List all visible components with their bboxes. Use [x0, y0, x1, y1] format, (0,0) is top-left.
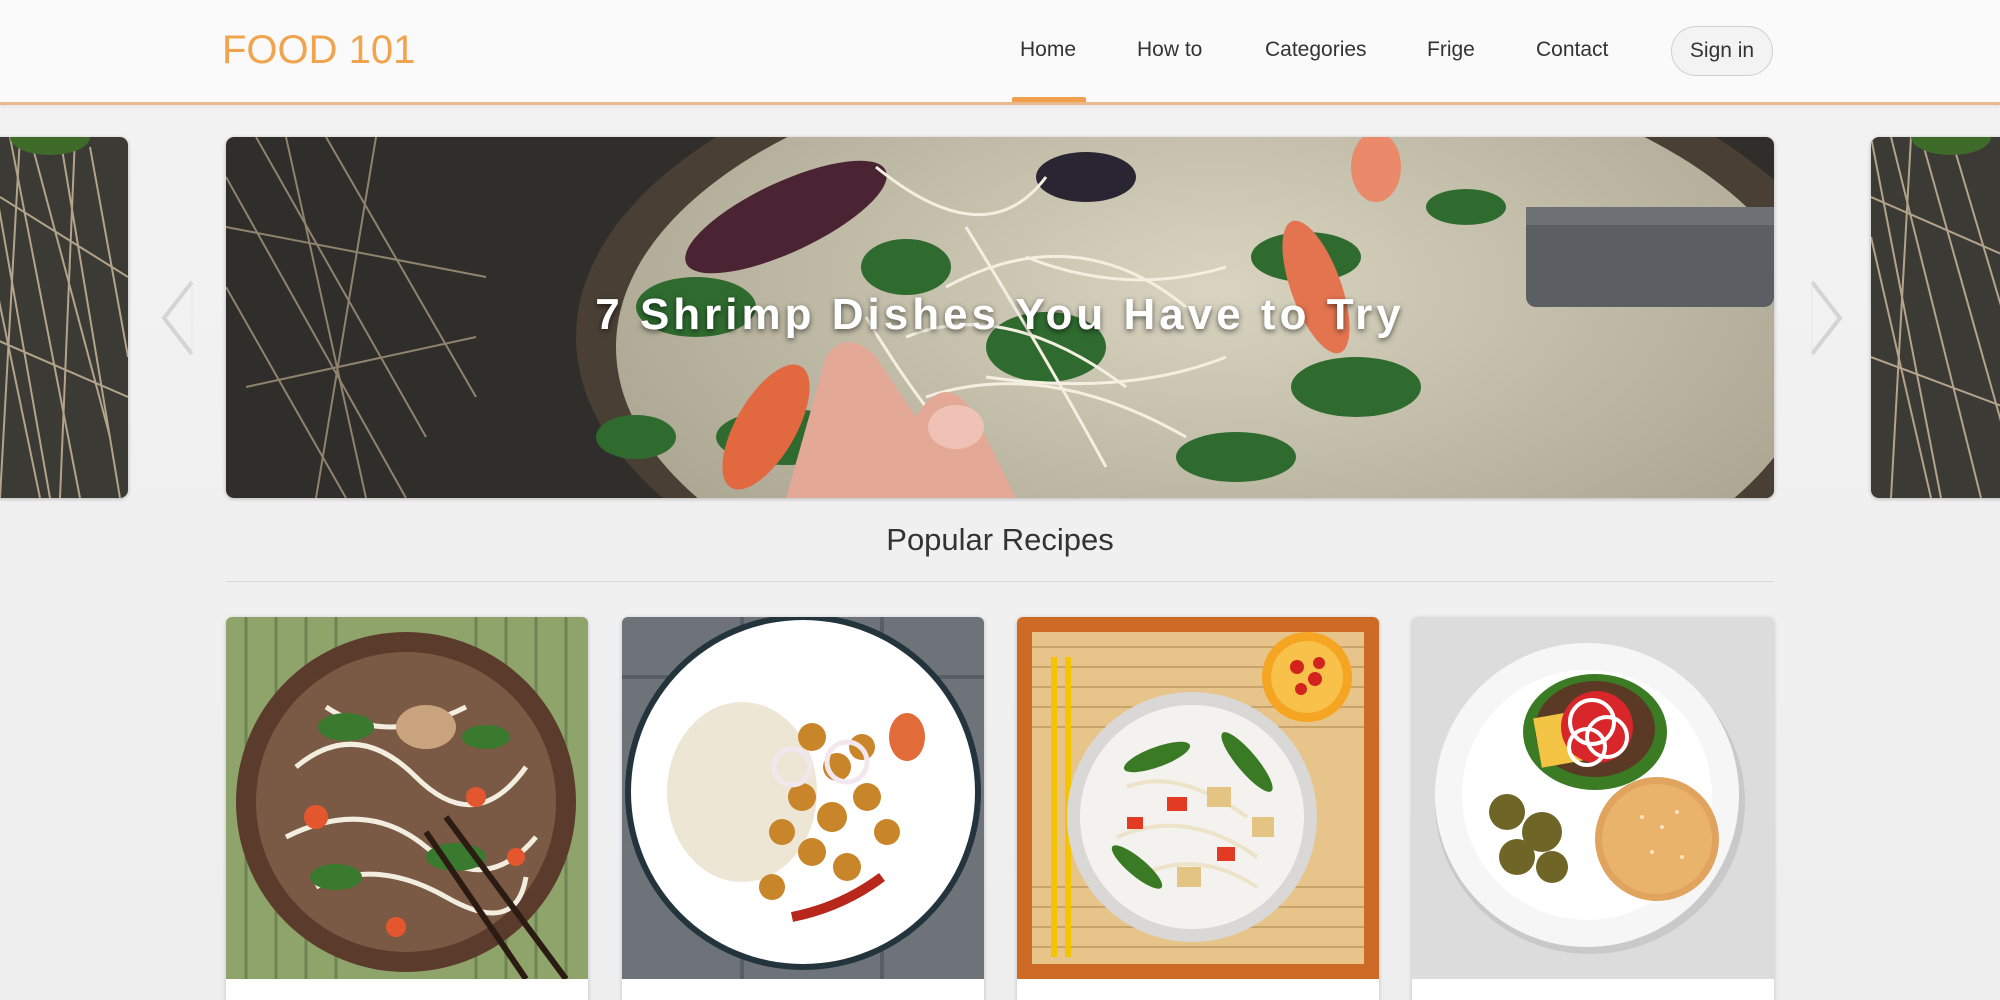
recipe-image — [1412, 617, 1774, 979]
nav-frige[interactable]: Frige — [1427, 38, 1475, 62]
recipe-image — [226, 617, 588, 979]
nav-how-to[interactable]: How to — [1137, 38, 1202, 62]
recipe-card-noodle-bowl[interactable] — [226, 617, 588, 1000]
nav-categories[interactable]: Categories — [1265, 38, 1367, 62]
carousel-caption[interactable]: 7 Shrimp Dishes You Have to Try — [226, 290, 1774, 340]
chevron-right-icon — [1810, 280, 1843, 356]
nav-active-indicator — [1012, 97, 1086, 102]
header: FOOD 101 Home How to Categories Frige Co… — [0, 0, 2000, 105]
recipe-image — [1017, 617, 1379, 979]
recipe-card-burger[interactable] — [1412, 617, 1774, 1000]
recipe-card-chickpea-curry[interactable] — [622, 617, 984, 1000]
nav-contact[interactable]: Contact — [1536, 38, 1608, 62]
carousel-slide-next[interactable] — [1871, 137, 2000, 498]
carousel-next-button[interactable] — [1806, 278, 1846, 358]
section-divider — [226, 581, 1774, 582]
logo[interactable]: FOOD 101 — [222, 28, 415, 73]
recipe-image — [622, 617, 984, 979]
section-title: Popular Recipes — [886, 522, 1114, 557]
nav-home[interactable]: Home — [1020, 38, 1076, 62]
sign-in-button[interactable]: Sign in — [1671, 26, 1773, 76]
recipe-card-stir-fry[interactable] — [1017, 617, 1379, 1000]
carousel-prev-button[interactable] — [158, 278, 198, 358]
carousel-slide-prev[interactable] — [0, 137, 128, 498]
chevron-left-icon — [161, 280, 194, 356]
